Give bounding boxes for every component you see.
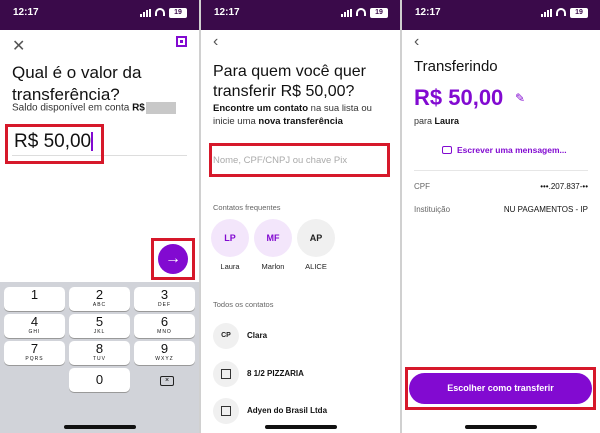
key-9[interactable]: 9 WXYZ <box>134 341 195 365</box>
key-6[interactable]: 6 MNO <box>134 314 195 338</box>
home-indicator <box>265 425 337 429</box>
key-2[interactable]: 2 ABC <box>69 287 130 311</box>
wifi-icon <box>155 8 165 16</box>
key-0[interactable]: 0 <box>69 368 130 392</box>
home-indicator <box>64 425 136 429</box>
page-title: Para quem você quer transferir R$ 50,00? <box>213 63 366 100</box>
transfer-amount: R$ 50,00 <box>414 85 504 110</box>
highlight-search <box>209 143 390 177</box>
frequent-contact-alice[interactable]: AP ALICE <box>296 219 336 271</box>
cpf-row: CPF •••.207.837-•• <box>414 182 588 191</box>
avatar <box>213 361 239 387</box>
status-bar: 12:17 19 <box>201 0 400 30</box>
page-title: Qual é o valor da transferência? <box>12 63 142 104</box>
wifi-icon <box>556 8 566 16</box>
frequent-contact-laura[interactable]: LP Laura <box>210 219 250 271</box>
back-chevron-icon[interactable]: ‹ <box>213 33 218 51</box>
edit-pencil-icon[interactable]: ✎ <box>515 91 525 105</box>
avatar <box>213 398 239 424</box>
key-1[interactable]: 1 <box>4 287 65 311</box>
home-indicator <box>465 425 537 429</box>
page-title: Transferindo <box>414 58 498 75</box>
highlight-amount <box>5 124 104 164</box>
wifi-icon <box>356 8 366 16</box>
signal-icon <box>541 9 552 17</box>
message-icon <box>442 146 452 154</box>
status-bar: 12:17 19 <box>0 0 199 30</box>
contact-row[interactable]: 8 1/2 PIZZARIA <box>213 361 393 387</box>
frequent-contact-marlon[interactable]: MF Marlon <box>253 219 293 271</box>
avatar: CP <box>213 323 239 349</box>
page-subtitle: Encontre um contato na sua lista ou inic… <box>213 103 372 127</box>
highlight-cta <box>405 367 596 410</box>
signal-icon <box>341 9 352 17</box>
key-3[interactable]: 3 DEF <box>134 287 195 311</box>
write-message-link[interactable]: Escrever uma mensagem... <box>457 145 567 155</box>
key-8[interactable]: 8 TUV <box>69 341 130 365</box>
battery-icon: 19 <box>570 8 588 18</box>
signal-icon <box>140 9 151 17</box>
status-time: 12:17 <box>415 7 441 18</box>
building-icon <box>221 369 231 379</box>
balance-label: Saldo disponível em conta <box>12 102 130 114</box>
status-bar: 12:17 19 <box>402 0 600 30</box>
highlight-next-button <box>151 238 195 280</box>
close-icon[interactable]: ✕ <box>12 36 25 56</box>
balance-currency: R$ <box>132 102 145 114</box>
backspace-icon[interactable]: × <box>160 376 174 386</box>
numeric-keypad: 1 2 ABC 3 DEF 4 GHI 5 JKL 6 MNO 7 PQRS 8 TUV 9W… <box>0 282 199 433</box>
available-balance: Saldo disponível em conta R$ <box>12 102 176 114</box>
balance-hidden-mask <box>145 102 176 114</box>
key-5[interactable]: 5 JKL <box>69 314 130 338</box>
key-4[interactable]: 4 GHI <box>4 314 65 338</box>
status-time: 12:17 <box>214 7 240 18</box>
recipient-screen: 12:17 19 ‹ Para quem você quer transferi… <box>201 0 400 433</box>
contact-row[interactable]: CP Clara <box>213 323 393 349</box>
status-time: 12:17 <box>13 7 39 18</box>
contact-row[interactable]: Adyen do Brasil Ltda <box>213 398 393 424</box>
building-icon <box>221 406 231 416</box>
all-contacts-header: Todos os contatos <box>213 300 274 309</box>
confirm-screen: 12:17 19 ‹ Transferindo R$ 50,00 ✎ para … <box>402 0 600 433</box>
back-chevron-icon[interactable]: ‹ <box>414 33 419 51</box>
key-7[interactable]: 7 PQRS <box>4 341 65 365</box>
recipient-line: para Laura <box>414 116 460 126</box>
frequent-contacts-header: Contatos frequentes <box>213 203 281 212</box>
institution-row: Instituição NU PAGAMENTOS - IP <box>414 205 588 214</box>
divider <box>414 170 588 171</box>
battery-icon: 19 <box>370 8 388 18</box>
battery-icon: 19 <box>169 8 187 18</box>
amount-screen: 12:17 19 ✕ Qual é o valor da transferênc… <box>0 0 199 433</box>
qr-code-icon[interactable] <box>176 36 187 47</box>
